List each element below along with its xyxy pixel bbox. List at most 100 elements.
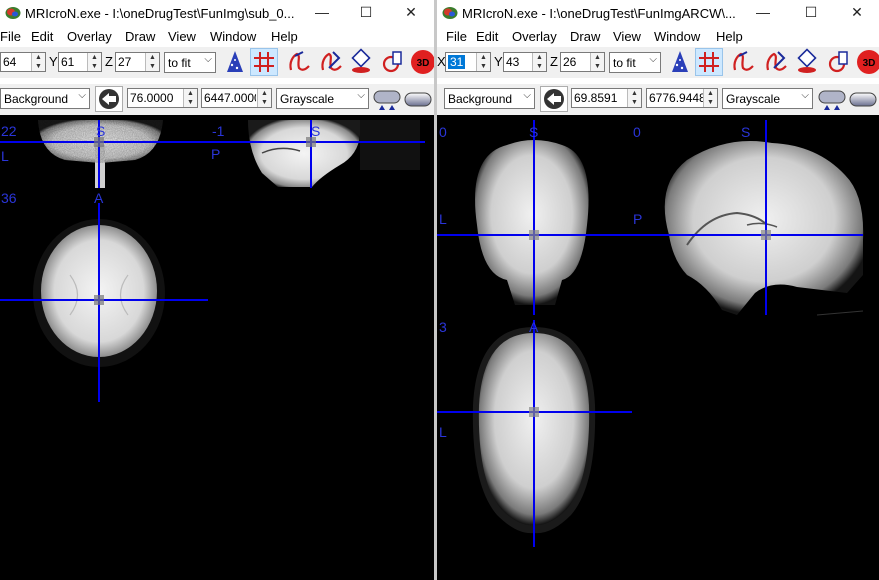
chevron-down-icon: ⌵ [523, 90, 531, 101]
y-label: Y [494, 54, 503, 69]
menu-help[interactable]: Help [716, 29, 743, 44]
colorbar-icon[interactable] [373, 88, 401, 112]
svg-text:3D: 3D [863, 58, 876, 69]
coronal-slice[interactable] [475, 140, 589, 305]
close-button[interactable]: ✕ [389, 0, 433, 26]
menu-draw[interactable]: Draw [570, 29, 600, 44]
sagittal-slice-number: -1 [212, 123, 225, 139]
chevron-down-icon: ⌵ [78, 90, 86, 101]
z-coordinate-spinner[interactable]: 26 ▲ ▼ [560, 52, 605, 72]
menu-view[interactable]: View [168, 29, 196, 44]
back-arrow-icon [544, 89, 564, 109]
chevron-down-icon: ⌵ [204, 54, 212, 65]
brain-slices-canvas[interactable] [0, 115, 434, 580]
overlay-icon[interactable] [825, 48, 853, 76]
coordinate-toolbar: 31 ▲ ▼ X Y 43 ▲ ▼ Z 26 ▲ ▼ to fit ⌵ 3D [437, 47, 879, 78]
sagittal-slice-number: 0 [633, 124, 641, 140]
gradient-pill-icon[interactable] [849, 88, 877, 112]
3d-render-icon[interactable]: 3D [409, 48, 434, 76]
minimize-button[interactable]: — [300, 0, 344, 26]
maximize-button[interactable]: ☐ [789, 0, 833, 26]
menu-edit[interactable]: Edit [476, 29, 498, 44]
menu-help[interactable]: Help [271, 29, 298, 44]
pen-icon[interactable] [666, 48, 694, 76]
sagittal-top-label: S [311, 123, 321, 139]
layer-select[interactable]: Background ⌵ [0, 88, 90, 109]
y-label: Y [49, 54, 58, 69]
image-viewer[interactable]: 22 S L -1 S P 36 A [0, 115, 434, 580]
axial-slice-number: 3 [439, 319, 447, 335]
draw-freehand-icon[interactable] [285, 48, 313, 76]
back-arrow-icon [99, 89, 119, 109]
y-coordinate-spinner[interactable]: 61 ▲ ▼ [58, 52, 102, 72]
maximize-button[interactable]: ☐ [344, 0, 388, 26]
min-intensity-spinner[interactable]: 76.0000 ▲ ▼ [127, 88, 198, 108]
colorbar-icon[interactable] [818, 88, 846, 112]
crosshair-grid-icon [699, 52, 719, 72]
axial-top-label: A [94, 190, 104, 206]
chevron-down-icon: ⌵ [801, 90, 809, 101]
title-bar: MRIcroN.exe - I:\oneDrugTest\FunImg\sub_… [0, 0, 434, 26]
menu-view[interactable]: View [613, 29, 641, 44]
close-button[interactable]: ✕ [835, 0, 879, 26]
right-mricron-window: MRIcroN.exe - I:\oneDrugTest\FunImgARCW\… [437, 0, 879, 580]
x-coordinate-spinner[interactable]: 64 ▲ ▼ [0, 52, 46, 72]
menu-overlay[interactable]: Overlay [67, 29, 112, 44]
zoom-select[interactable]: to fit ⌵ [164, 52, 216, 73]
menu-edit[interactable]: Edit [31, 29, 53, 44]
crosshair-toggle-button[interactable] [250, 48, 278, 76]
max-intensity-spinner[interactable]: 6776.9448 ▲ ▼ [646, 88, 718, 108]
menu-file[interactable]: File [446, 29, 467, 44]
title-bar: MRIcroN.exe - I:\oneDrugTest\FunImgARCW\… [437, 0, 879, 26]
left-mricron-window: MRIcroN.exe - I:\oneDrugTest\FunImg\sub_… [0, 0, 434, 580]
minimize-button[interactable]: — [741, 0, 785, 26]
gradient-pill-icon[interactable] [404, 88, 432, 112]
menu-file[interactable]: File [0, 29, 21, 44]
menu-draw[interactable]: Draw [125, 29, 155, 44]
coronal-side-label: L [1, 148, 9, 164]
menu-overlay[interactable]: Overlay [512, 29, 557, 44]
max-intensity-spinner[interactable]: 6447.0000 ▲ ▼ [201, 88, 272, 108]
colormap-select[interactable]: Grayscale ⌵ [276, 88, 369, 109]
sagittal-slice[interactable] [248, 120, 420, 187]
sagittal-top-label: S [741, 124, 751, 140]
axial-slice-number: 36 [1, 190, 17, 206]
min-intensity-spinner[interactable]: 69.8591 ▲ ▼ [571, 88, 642, 108]
contrast-toolbar: Background ⌵ 76.0000 ▲ ▼ 6447.0000 ▲ ▼ Gray… [0, 84, 434, 115]
draw-erase-icon[interactable] [762, 48, 790, 76]
menu-window[interactable]: Window [210, 29, 256, 44]
chevron-down-icon: ⌵ [357, 90, 365, 101]
y-coordinate-spinner[interactable]: 43 ▲ ▼ [503, 52, 547, 72]
crosshair-grid-icon [254, 52, 274, 72]
svg-text:3D: 3D [417, 58, 430, 69]
zoom-select[interactable]: to fit ⌵ [609, 52, 661, 73]
overlay-icon[interactable] [379, 48, 407, 76]
z-coordinate-spinner[interactable]: 27 ▲ ▼ [115, 52, 160, 72]
coronal-side-label: L [439, 211, 447, 227]
back-button[interactable] [95, 86, 123, 112]
image-viewer[interactable]: 0 S L 0 S P 3 A L [437, 115, 879, 580]
draw-erase-icon[interactable] [317, 48, 345, 76]
menu-window[interactable]: Window [654, 29, 700, 44]
x-coordinate-spinner[interactable]: 31 ▲ ▼ [445, 52, 491, 72]
layer-select[interactable]: Background ⌵ [444, 88, 535, 109]
colormap-select[interactable]: Grayscale ⌵ [722, 88, 813, 109]
coronal-top-label: S [96, 123, 106, 139]
z-label: Z [105, 54, 113, 69]
axial-top-label: A [529, 319, 539, 335]
pen-icon[interactable] [221, 48, 249, 76]
menu-bar: File Edit Overlay Draw View Window Help [437, 26, 879, 47]
draw-freehand-icon[interactable] [729, 48, 757, 76]
fill-bucket-icon[interactable] [347, 48, 375, 76]
coronal-top-label: S [529, 124, 539, 140]
window-title: MRIcroN.exe - I:\oneDrugTest\FunImgARCW\… [462, 6, 736, 21]
3d-render-icon[interactable]: 3D [855, 48, 879, 76]
sagittal-slice[interactable] [664, 141, 864, 316]
z-label: Z [550, 54, 558, 69]
back-button[interactable] [540, 86, 568, 112]
menu-bar: File Edit Overlay Draw View Window Help [0, 26, 434, 47]
crosshair-toggle-button[interactable] [695, 48, 723, 76]
fill-bucket-icon[interactable] [793, 48, 821, 76]
brain-slices-canvas[interactable] [437, 115, 879, 580]
coronal-slice-number: 0 [439, 124, 447, 140]
